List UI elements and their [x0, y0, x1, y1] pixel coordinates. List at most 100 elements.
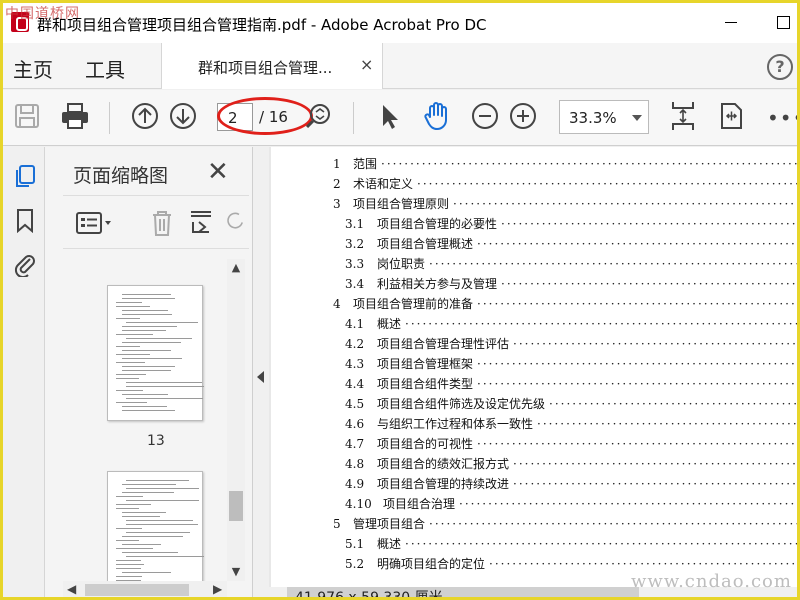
next-page-icon[interactable]: [167, 100, 199, 132]
close-panel-icon[interactable]: ✕: [207, 157, 229, 187]
scrollbar-thumb[interactable]: [85, 584, 189, 596]
toc-leader-dots: ········································…: [477, 377, 797, 391]
toolbar-divider: [353, 102, 354, 134]
thumbnail-text-line: [122, 394, 168, 395]
hand-tool-icon[interactable]: [421, 100, 453, 132]
zoom-out-icon[interactable]: [469, 100, 501, 132]
page-size-readout: 41.976 x 59.330 厘米: [295, 590, 443, 600]
scrollbar-thumb[interactable]: [229, 491, 243, 521]
close-tab-icon[interactable]: ×: [360, 55, 373, 74]
document-tab[interactable]: 群和项目组合管理... ×: [161, 43, 383, 89]
toc-number: 1: [333, 157, 341, 171]
thumbnail-text-line: [126, 488, 199, 489]
help-icon[interactable]: ?: [767, 54, 793, 80]
bookmark-icon[interactable]: [12, 207, 38, 234]
toc-entry[interactable]: 3.2 项目组合管理概述 ·····························…: [345, 235, 797, 255]
toc-title: 项目组合管理原则: [353, 197, 450, 211]
scroll-down-icon[interactable]: ▼: [229, 565, 243, 578]
toc-number: 4.1: [345, 317, 365, 331]
toc-entry[interactable]: 4.3 项目组合管理框架 ·····························…: [345, 355, 797, 375]
thumbnail-text-line: [116, 362, 145, 363]
save-icon[interactable]: [11, 100, 43, 132]
toc-entry[interactable]: 4.1 概述 ···································…: [345, 315, 797, 335]
attachment-icon[interactable]: [12, 251, 38, 279]
toc-entry[interactable]: 3.1 项目组合管理的必要性 ···························…: [345, 215, 797, 235]
document-view[interactable]: 1 范围 ·····································…: [269, 147, 797, 587]
toc-entry[interactable]: 4.8 项目组合的绩效汇报方式 ··························…: [345, 455, 797, 475]
toc-entry[interactable]: 3.3 岗位职责 ·································…: [345, 255, 797, 275]
toc-leader-dots: ········································…: [513, 337, 797, 351]
toc-entry[interactable]: 4.6 与组织工作过程和体系一致性 ························…: [345, 415, 797, 435]
thumbnail-text-line: [126, 322, 198, 323]
maximize-button[interactable]: [773, 11, 795, 33]
toc-title: 概述: [377, 317, 402, 331]
tab-tools[interactable]: 工具: [85, 54, 125, 83]
thumbnail-text-line: [122, 294, 171, 295]
insert-page-icon[interactable]: [187, 208, 217, 238]
toc-entry[interactable]: 4.2 项目组合管理合理性评估 ··························…: [345, 335, 797, 355]
toc-leader-dots: ········································…: [405, 537, 797, 551]
previous-page-icon[interactable]: [129, 100, 161, 132]
title-bar: 中国道桥网 群和项目组合管理项目组合管理指南.pdf - Adobe Acrob…: [3, 3, 797, 43]
toc-entry[interactable]: 2 术语和定义 ··································…: [333, 175, 797, 195]
toc-leader-dots: ········································…: [537, 417, 797, 431]
delete-page-icon[interactable]: [147, 208, 177, 238]
toc-leader-dots: ········································…: [453, 197, 797, 211]
panel-collapse-strip[interactable]: [253, 147, 269, 597]
toc-entry[interactable]: 4.9 项目组合管理的持续改进 ··························…: [345, 475, 797, 495]
toc-entry[interactable]: 3.4 利益相关方参与及管理 ···························…: [345, 275, 797, 295]
toc-leader-dots: ········································…: [477, 237, 797, 251]
thumbnail-vertical-scrollbar[interactable]: ▲ ▼: [227, 259, 245, 581]
toc-leader-dots: ········································…: [417, 177, 797, 191]
toc-entry[interactable]: 4.5 项目组合组件筛选及设定优先级 ·······················…: [345, 395, 797, 415]
scroll-right-icon[interactable]: ▶: [213, 582, 222, 596]
toolbar-divider: [109, 102, 110, 134]
toc-entry[interactable]: 4 项目组合管理前的准备 ·····························…: [333, 295, 797, 315]
app-window: 中国道桥网 群和项目组合管理项目组合管理指南.pdf - Adobe Acrob…: [0, 0, 800, 600]
scroll-up-icon[interactable]: ▲: [229, 261, 243, 274]
zoom-in-icon[interactable]: [507, 100, 539, 132]
tab-home[interactable]: 主页: [13, 54, 53, 83]
thumbnail-text-line: [126, 524, 198, 525]
more-tools-icon[interactable]: •••: [767, 106, 797, 130]
toc-title: 项目组合管理框架: [377, 357, 474, 371]
toc-leader-dots: ········································…: [477, 357, 797, 371]
zoom-level-select[interactable]: 33.3%: [559, 100, 649, 134]
thumbnail-text-line: [116, 318, 140, 319]
toc-entry[interactable]: 4.4 项目组合组件类型 ·····························…: [345, 375, 797, 395]
toc-leader-dots: ········································…: [477, 437, 797, 451]
rotate-page-icon[interactable]: [223, 208, 247, 238]
full-screen-icon[interactable]: [715, 100, 747, 132]
marquee-zoom-icon[interactable]: [303, 100, 335, 132]
thumbnail-horizontal-scrollbar[interactable]: ◀ ▶: [63, 581, 227, 597]
thumbnail-text-line: [126, 382, 202, 383]
print-icon[interactable]: [59, 100, 91, 132]
toc-number: 5.1: [345, 537, 365, 551]
scroll-left-icon[interactable]: ◀: [67, 582, 76, 596]
minimize-button[interactable]: [721, 11, 743, 33]
thumbnail-text-line: [122, 310, 168, 311]
page-thumbnails-icon[interactable]: [12, 163, 38, 189]
toc-entry[interactable]: 4.7 项目组合的可视性 ·····························…: [345, 435, 797, 455]
options-menu-icon[interactable]: [75, 208, 115, 238]
thumbnail-text-line: [116, 334, 153, 335]
thumbnail-text-line: [116, 568, 141, 569]
thumbnail-text-line: [116, 378, 139, 379]
page-thumbnail[interactable]: [107, 285, 204, 421]
zoom-level-value: 33.3%: [569, 109, 617, 127]
thumbnail-text-line: [126, 398, 203, 399]
fit-page-icon[interactable]: [667, 100, 699, 132]
thumbnail-text-line: [116, 504, 151, 505]
thumbnail-text-line: [126, 532, 190, 533]
select-cursor-icon[interactable]: [373, 100, 405, 132]
toc-number: 4.7: [345, 437, 365, 451]
toc-entry[interactable]: 5.1 概述 ···································…: [345, 535, 797, 555]
thumbnail-text-line: [116, 302, 142, 303]
page-thumbnail[interactable]: [107, 471, 204, 581]
collapse-left-icon[interactable]: [257, 371, 264, 383]
toc-entry[interactable]: 1 范围 ·····································…: [333, 155, 797, 175]
thumbnail-list[interactable]: 13: [63, 259, 227, 581]
toc-entry[interactable]: 3 项目组合管理原则 ·······························…: [333, 195, 797, 215]
toc-entry[interactable]: 5 管理项目组合 ·································…: [333, 515, 797, 535]
toc-entry[interactable]: 4.10 项目组合治理 ······························…: [345, 495, 797, 515]
